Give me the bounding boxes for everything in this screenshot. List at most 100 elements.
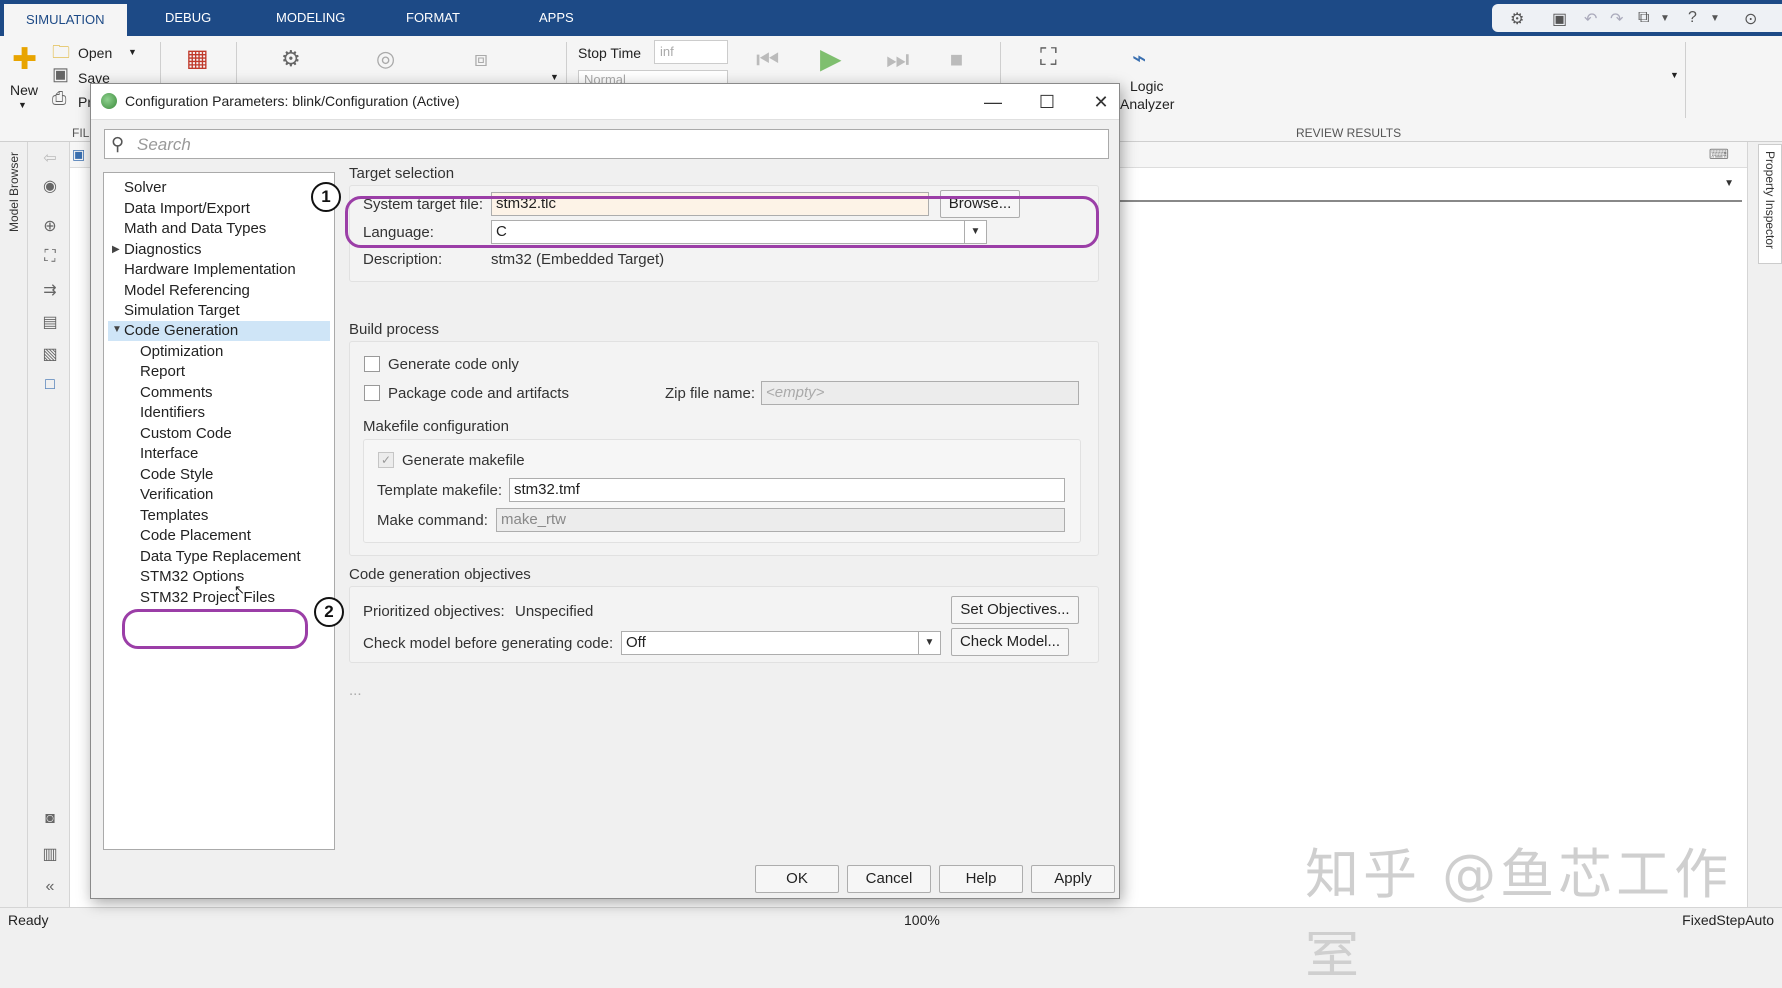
check-model-select[interactable]: Off ▼: [621, 631, 941, 655]
redo-icon[interactable]: ↷: [1610, 9, 1623, 29]
tree-item-stm32-project-files[interactable]: STM32 Project Files: [140, 589, 275, 606]
package-code-checkbox[interactable]: [364, 385, 380, 401]
zip-file-field[interactable]: <empty>: [761, 381, 1079, 405]
new-icon[interactable]: ✚: [12, 42, 37, 77]
tree-item-simulation-target[interactable]: Simulation Target: [124, 302, 240, 319]
library-browser-icon[interactable]: ▦: [186, 44, 209, 73]
tree-item-hardware-implementation[interactable]: Hardware Implementation: [124, 261, 296, 278]
tree-item-code-generation[interactable]: Code Generation: [124, 322, 238, 339]
tree-item-code-style[interactable]: Code Style: [140, 466, 213, 483]
area-icon[interactable]: □: [40, 376, 60, 396]
address-bar[interactable]: ▼: [1118, 172, 1742, 202]
apply-button[interactable]: Apply: [1031, 865, 1115, 893]
deploy-icon[interactable]: ⧈: [474, 46, 488, 72]
new-button[interactable]: New: [10, 82, 38, 98]
settings-icon[interactable]: ⚙: [1510, 9, 1524, 29]
open-button[interactable]: Open: [78, 45, 112, 61]
collapse-toolstrip-icon[interactable]: ⊙: [1744, 9, 1757, 29]
template-makefile-field[interactable]: stm32.tmf: [509, 478, 1065, 502]
tree-item-data-import-export[interactable]: Data Import/Export: [124, 200, 250, 217]
tree-item-report[interactable]: Report: [140, 363, 185, 380]
minimize-icon[interactable]: —: [973, 87, 1013, 117]
chevron-down-icon[interactable]: ▼: [1724, 178, 1734, 189]
tree-item-diagnostics[interactable]: Diagnostics: [124, 241, 202, 258]
generate-makefile-checkbox[interactable]: ✓: [378, 452, 394, 468]
maximize-icon[interactable]: ☐: [1027, 87, 1067, 117]
close-icon[interactable]: ✕: [1081, 87, 1121, 117]
tree-item-stm32-options[interactable]: STM32 Options: [140, 568, 244, 585]
tree-item-interface[interactable]: Interface: [140, 445, 198, 462]
ok-button[interactable]: OK: [755, 865, 839, 893]
chevron-down-icon[interactable]: ▼: [918, 632, 940, 654]
screenshot-icon[interactable]: ◙: [40, 810, 60, 830]
tree-item-solver[interactable]: Solver: [124, 179, 167, 196]
report-icon[interactable]: ▥: [40, 844, 60, 864]
generate-code-only-checkbox[interactable]: [364, 356, 380, 372]
make-command-field[interactable]: make_rtw: [496, 508, 1065, 532]
switch-window-icon[interactable]: ⧉: [1638, 9, 1649, 27]
toolstrip-tabbar: SIMULATION DEBUG MODELING FORMAT APPS ⚙ …: [0, 0, 1782, 36]
run-icon[interactable]: ▶: [820, 42, 842, 75]
zip-file-label: Zip file name:: [665, 385, 756, 402]
annotation-icon[interactable]: ▤: [40, 312, 60, 332]
signal-icon[interactable]: ◎: [376, 46, 395, 72]
chevron-down-icon[interactable]: ▼: [550, 72, 559, 82]
expand-icon[interactable]: ▶: [112, 244, 120, 255]
step-forward-icon[interactable]: ⏭: [886, 44, 909, 76]
image-icon[interactable]: ▧: [40, 344, 60, 364]
cancel-button[interactable]: Cancel: [847, 865, 931, 893]
chevron-down-icon[interactable]: ▼: [1710, 13, 1720, 24]
tree-item-code-placement[interactable]: Code Placement: [140, 527, 251, 544]
property-inspector-tab[interactable]: Property Inspector: [1758, 144, 1782, 264]
make-command-label: Make command:: [377, 512, 488, 529]
model-settings-icon[interactable]: ⚙: [281, 46, 301, 72]
chevron-down-icon[interactable]: ▼: [128, 47, 137, 57]
search-input[interactable]: ⚲ Search: [104, 129, 1109, 159]
model-browser-tab[interactable]: Model Browser: [7, 152, 21, 232]
undo-icon[interactable]: ↶: [1584, 9, 1597, 29]
search-placeholder: Search: [137, 135, 191, 154]
keyboard-icon[interactable]: ⌨: [1709, 146, 1729, 163]
tree-item-data-type-replacement[interactable]: Data Type Replacement: [140, 548, 301, 565]
tree-item-templates[interactable]: Templates: [140, 507, 208, 524]
collapse-tree-icon[interactable]: ▼: [112, 324, 122, 335]
logic-analyzer-label[interactable]: Logic: [1130, 78, 1163, 94]
tab-apps[interactable]: APPS: [539, 10, 574, 25]
data-inspector-icon[interactable]: ⛶: [1040, 44, 1057, 72]
tab-format[interactable]: FORMAT: [406, 10, 460, 25]
generate-code-only-label: Generate code only: [388, 356, 519, 373]
collapse-icon[interactable]: «: [40, 878, 60, 898]
stop-icon[interactable]: ⏹: [950, 44, 963, 76]
fit-view-icon[interactable]: ⛶: [40, 248, 60, 268]
chevron-down-icon[interactable]: ▼: [18, 100, 27, 110]
help-button[interactable]: Help: [939, 865, 1023, 893]
back-arrow-icon[interactable]: ⇦: [40, 148, 60, 168]
help-icon[interactable]: ?: [1688, 9, 1697, 27]
logic-analyzer-icon[interactable]: ⌁: [1132, 44, 1146, 73]
set-objectives-button[interactable]: Set Objectives...: [951, 596, 1079, 624]
property-inspector-label: Property Inspector: [1763, 151, 1777, 250]
tree-item-verification[interactable]: Verification: [140, 486, 213, 503]
tree-item-model-referencing[interactable]: Model Referencing: [124, 282, 250, 299]
chevron-down-icon[interactable]: ▼: [1670, 70, 1679, 80]
logic-analyzer-label-2[interactable]: Analyzer: [1120, 96, 1174, 112]
hide-show-icon[interactable]: ◉: [40, 176, 60, 196]
stop-time-input[interactable]: inf: [654, 40, 728, 64]
tree-item-custom-code[interactable]: Custom Code: [140, 425, 232, 442]
more-ellipsis: ...: [349, 682, 362, 699]
save-icon[interactable]: ▣: [1552, 9, 1567, 29]
tab-modeling[interactable]: MODELING: [276, 10, 345, 25]
tree-item-math-data-types[interactable]: Math and Data Types: [124, 220, 266, 237]
zoom-level: 100%: [904, 912, 940, 928]
tree-item-comments[interactable]: Comments: [140, 384, 213, 401]
tab-simulation[interactable]: SIMULATION: [4, 4, 127, 36]
chevron-down-icon[interactable]: ▼: [1660, 13, 1670, 24]
tree-item-identifiers[interactable]: Identifiers: [140, 404, 205, 421]
tree-item-optimization[interactable]: Optimization: [140, 343, 223, 360]
arrows-icon[interactable]: ⇉: [40, 280, 60, 300]
check-model-button[interactable]: Check Model...: [951, 628, 1069, 656]
tab-debug[interactable]: DEBUG: [165, 10, 211, 25]
target-selection-header: Target selection: [349, 165, 455, 182]
zoom-icon[interactable]: ⊕: [40, 216, 60, 236]
step-back-icon[interactable]: ⏮: [756, 44, 779, 76]
